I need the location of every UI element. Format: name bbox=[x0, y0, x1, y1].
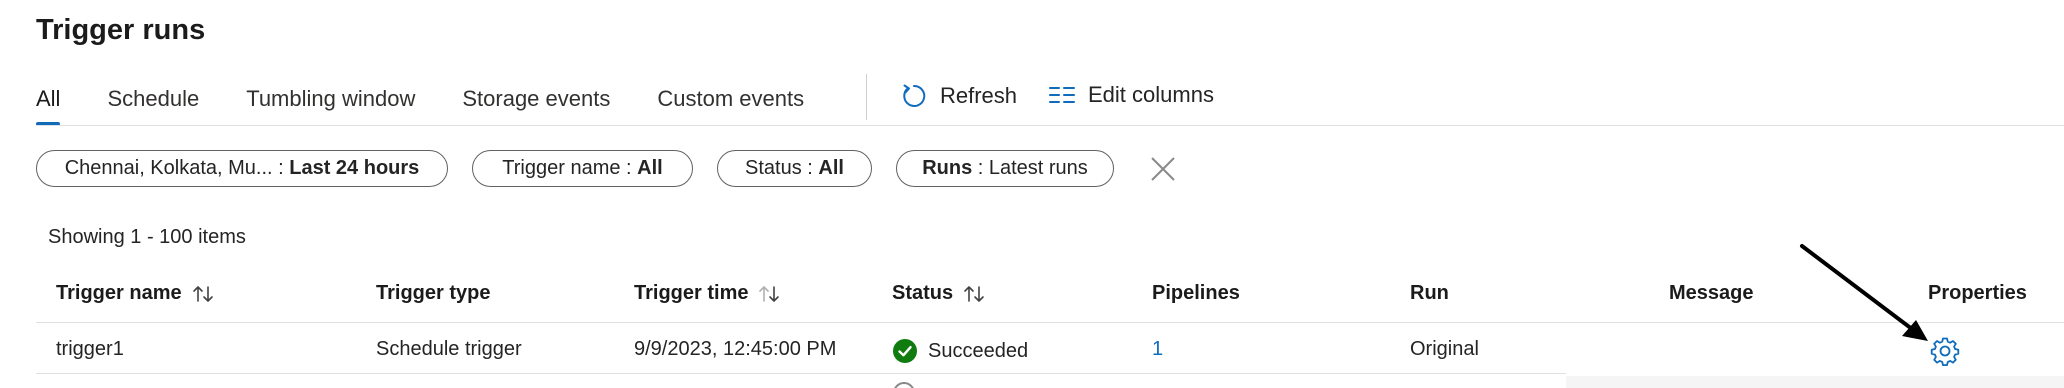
col-header-status-label: Status bbox=[892, 282, 954, 304]
col-header-message[interactable]: Message bbox=[1669, 282, 1754, 305]
runs-filter-selection: Latest runs bbox=[988, 157, 1088, 179]
table-header-divider bbox=[36, 322, 2064, 323]
cell-trigger-type: Schedule trigger bbox=[376, 338, 522, 360]
runs-filter-pill[interactable]: Runs : Latest runs bbox=[896, 150, 1114, 187]
annotation-arrow bbox=[1800, 244, 1928, 341]
tabs-divider bbox=[36, 125, 2064, 126]
col-header-trigger-type[interactable]: Trigger type bbox=[376, 282, 490, 305]
cell-status-label: Succeeded bbox=[928, 339, 1029, 362]
table-row-divider bbox=[36, 373, 1566, 374]
tab-list: All Schedule Tumbling window Storage eve… bbox=[36, 76, 851, 126]
close-icon bbox=[1151, 157, 1175, 181]
columns-icon bbox=[1048, 84, 1076, 106]
time-filter-sep: : bbox=[272, 157, 290, 179]
tab-custom-events[interactable]: Custom events bbox=[657, 76, 804, 126]
panel-edge bbox=[1566, 376, 2064, 388]
tab-schedule[interactable]: Schedule bbox=[107, 76, 199, 126]
cell-status: Succeeded bbox=[892, 338, 1028, 364]
status-filter-pill[interactable]: Status : All bbox=[717, 150, 872, 187]
sort-icon bbox=[758, 284, 780, 304]
trigger-name-filter-pill[interactable]: Trigger name : All bbox=[472, 150, 693, 187]
col-header-trigger-time-label: Trigger time bbox=[634, 282, 749, 304]
col-header-trigger-name[interactable]: Trigger name bbox=[56, 282, 214, 305]
results-count: Showing 1 - 100 items bbox=[48, 226, 246, 248]
status-filter-label: Status bbox=[745, 157, 802, 179]
trigger-name-filter-selection: All bbox=[637, 157, 663, 179]
tab-tumbling-window[interactable]: Tumbling window bbox=[246, 76, 415, 126]
page-title: Trigger runs bbox=[36, 14, 206, 46]
sort-icon bbox=[192, 284, 214, 304]
cell-trigger-time: 9/9/2023, 12:45:00 PM bbox=[634, 338, 837, 360]
sort-icon bbox=[963, 284, 985, 304]
clear-filters-button[interactable] bbox=[1148, 154, 1178, 184]
runs-filter-label: Runs bbox=[922, 157, 973, 179]
cell-trigger-name: trigger1 bbox=[56, 338, 124, 360]
trigger-name-filter-label: Trigger name bbox=[502, 157, 621, 179]
refresh-icon bbox=[900, 82, 928, 110]
toolbar-divider bbox=[866, 74, 867, 120]
trigger-name-filter-sep: : bbox=[620, 157, 638, 179]
next-row-status-icon bbox=[893, 382, 915, 388]
status-filter-sep: : bbox=[801, 157, 819, 179]
time-filter-pill[interactable]: Chennai, Kolkata, Mu... : Last 24 hours bbox=[36, 150, 448, 187]
refresh-button[interactable]: Refresh bbox=[900, 82, 1017, 110]
col-header-status[interactable]: Status bbox=[892, 282, 985, 305]
col-header-pipelines[interactable]: Pipelines bbox=[1152, 282, 1240, 305]
col-header-properties[interactable]: Properties bbox=[1928, 282, 2027, 305]
col-header-trigger-name-label: Trigger name bbox=[56, 282, 182, 304]
refresh-label: Refresh bbox=[940, 83, 1018, 108]
runs-filter-sep: : bbox=[972, 157, 989, 179]
time-filter-selection: Last 24 hours bbox=[289, 157, 420, 179]
cell-run: Original bbox=[1410, 338, 1479, 360]
status-filter-selection: All bbox=[818, 157, 844, 179]
check-circle-icon bbox=[892, 338, 918, 364]
col-header-run[interactable]: Run bbox=[1410, 282, 1449, 305]
tab-all[interactable]: All bbox=[36, 76, 61, 126]
cell-pipelines-link[interactable]: 1 bbox=[1152, 338, 1163, 361]
col-header-trigger-time[interactable]: Trigger time bbox=[634, 282, 780, 305]
time-filter-value: Chennai, Kolkata, Mu... bbox=[64, 157, 273, 179]
tab-storage-events[interactable]: Storage events bbox=[462, 76, 610, 126]
edit-columns-button[interactable]: Edit columns bbox=[1048, 82, 1214, 108]
edit-columns-label: Edit columns bbox=[1088, 82, 1214, 107]
